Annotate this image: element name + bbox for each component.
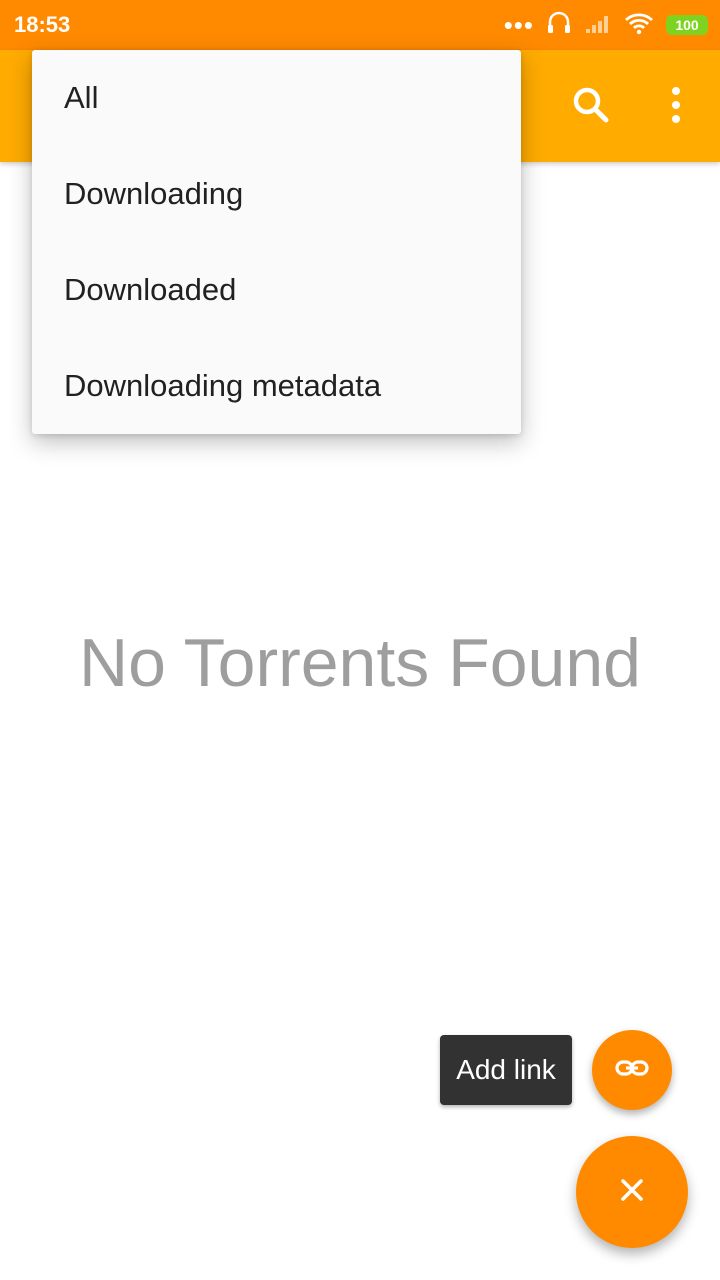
status-icons: ••• 100 [504, 10, 708, 40]
status-time: 18:53 [14, 12, 71, 37]
search-icon[interactable] [566, 80, 616, 130]
link-icon [614, 1050, 650, 1091]
wifi-icon [624, 11, 654, 40]
signal-icon [584, 11, 612, 40]
headset-icon [546, 10, 572, 41]
status-bar: 18:53 ••• 100 [0, 0, 720, 50]
add-link-button[interactable] [592, 1030, 672, 1110]
filter-menu: All Downloading Downloaded Downloading m… [32, 50, 521, 434]
battery-icon: 100 [666, 15, 708, 35]
menu-item-all[interactable]: All [32, 50, 521, 146]
close-icon [615, 1173, 649, 1212]
more-dots-icon: ••• [503, 10, 534, 40]
add-link-tooltip[interactable]: Add link [440, 1035, 572, 1105]
menu-item-downloading[interactable]: Downloading [32, 146, 521, 242]
menu-item-downloading-metadata[interactable]: Downloading metadata [32, 338, 521, 434]
more-vert-icon[interactable] [654, 80, 698, 130]
empty-state-message: No Torrents Found [79, 625, 641, 701]
menu-item-downloaded[interactable]: Downloaded [32, 242, 521, 338]
close-fab-button[interactable] [576, 1136, 688, 1248]
